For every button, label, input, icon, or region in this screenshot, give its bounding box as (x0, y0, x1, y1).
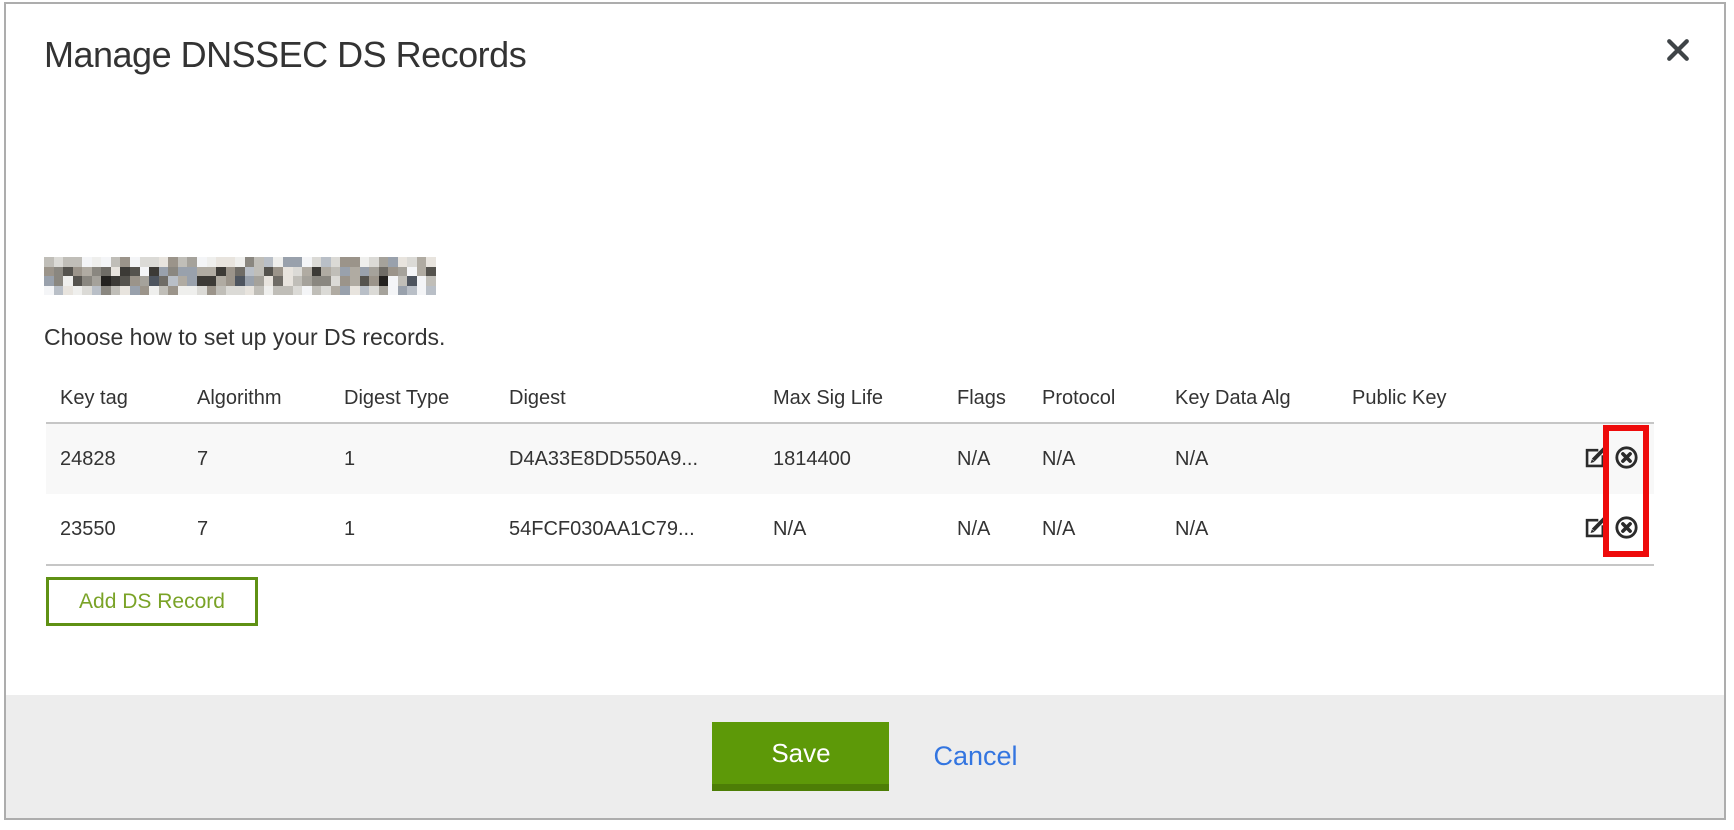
column-header-digest: Digest (495, 376, 759, 423)
column-header-actions (1563, 376, 1654, 423)
cell-public-key (1338, 494, 1563, 565)
edit-pencil-icon (1582, 444, 1609, 474)
cell-protocol: N/A (1028, 423, 1161, 494)
screen: Manage DNSSEC DS Records Choose how to s… (0, 0, 1734, 830)
intro-text: Choose how to set up your DS records. (44, 324, 445, 351)
column-header-algorithm: Algorithm (183, 376, 330, 423)
page-title: Manage DNSSEC DS Records (44, 34, 526, 76)
cell-digest: 54FCF030AA1C79... (495, 494, 759, 565)
cell-max-sig-life: 1814400 (759, 423, 943, 494)
cell-digest-type: 1 (330, 423, 495, 494)
manage-dnssec-ds-records-dialog: Manage DNSSEC DS Records Choose how to s… (4, 2, 1726, 820)
dialog-footer: Save Cancel (6, 695, 1724, 818)
delete-record-button[interactable] (1612, 515, 1640, 543)
column-header-flags: Flags (943, 376, 1028, 423)
cell-digest-type: 1 (330, 494, 495, 565)
column-header-digest-type: Digest Type (330, 376, 495, 423)
cell-key-data-alg: N/A (1161, 423, 1338, 494)
delete-record-button[interactable] (1612, 445, 1640, 473)
cell-digest: D4A33E8DD550A9... (495, 423, 759, 494)
table-row: 23550 7 1 54FCF030AA1C79... N/A N/A N/A … (46, 494, 1654, 565)
edit-record-button[interactable] (1581, 515, 1609, 543)
column-header-key-tag: Key tag (46, 376, 183, 423)
column-header-key-data-alg: Key Data Alg (1161, 376, 1338, 423)
edit-record-button[interactable] (1581, 445, 1609, 473)
edit-pencil-icon (1582, 514, 1609, 544)
redacted-domain-name (44, 257, 436, 295)
cell-flags: N/A (943, 494, 1028, 565)
cell-flags: N/A (943, 423, 1028, 494)
column-header-protocol: Protocol (1028, 376, 1161, 423)
cancel-link[interactable]: Cancel (933, 741, 1017, 772)
cell-key-tag: 23550 (46, 494, 183, 565)
cell-algorithm: 7 (183, 423, 330, 494)
add-ds-record-button[interactable]: Add DS Record (46, 577, 258, 626)
cell-public-key (1338, 423, 1563, 494)
column-header-max-sig-life: Max Sig Life (759, 376, 943, 423)
save-button[interactable]: Save (712, 722, 889, 791)
close-button[interactable] (1661, 34, 1695, 68)
cell-key-tag: 24828 (46, 423, 183, 494)
column-header-public-key: Public Key (1338, 376, 1563, 423)
cell-algorithm: 7 (183, 494, 330, 565)
cell-max-sig-life: N/A (759, 494, 943, 565)
table-row: 24828 7 1 D4A33E8DD550A9... 1814400 N/A … (46, 423, 1654, 494)
close-icon (1663, 35, 1693, 68)
circle-x-delete-icon (1613, 514, 1640, 544)
cell-protocol: N/A (1028, 494, 1161, 565)
cell-key-data-alg: N/A (1161, 494, 1338, 565)
ds-records-table: Key tag Algorithm Digest Type Digest Max… (46, 376, 1654, 566)
table-header-row: Key tag Algorithm Digest Type Digest Max… (46, 376, 1654, 423)
circle-x-delete-icon (1613, 444, 1640, 474)
